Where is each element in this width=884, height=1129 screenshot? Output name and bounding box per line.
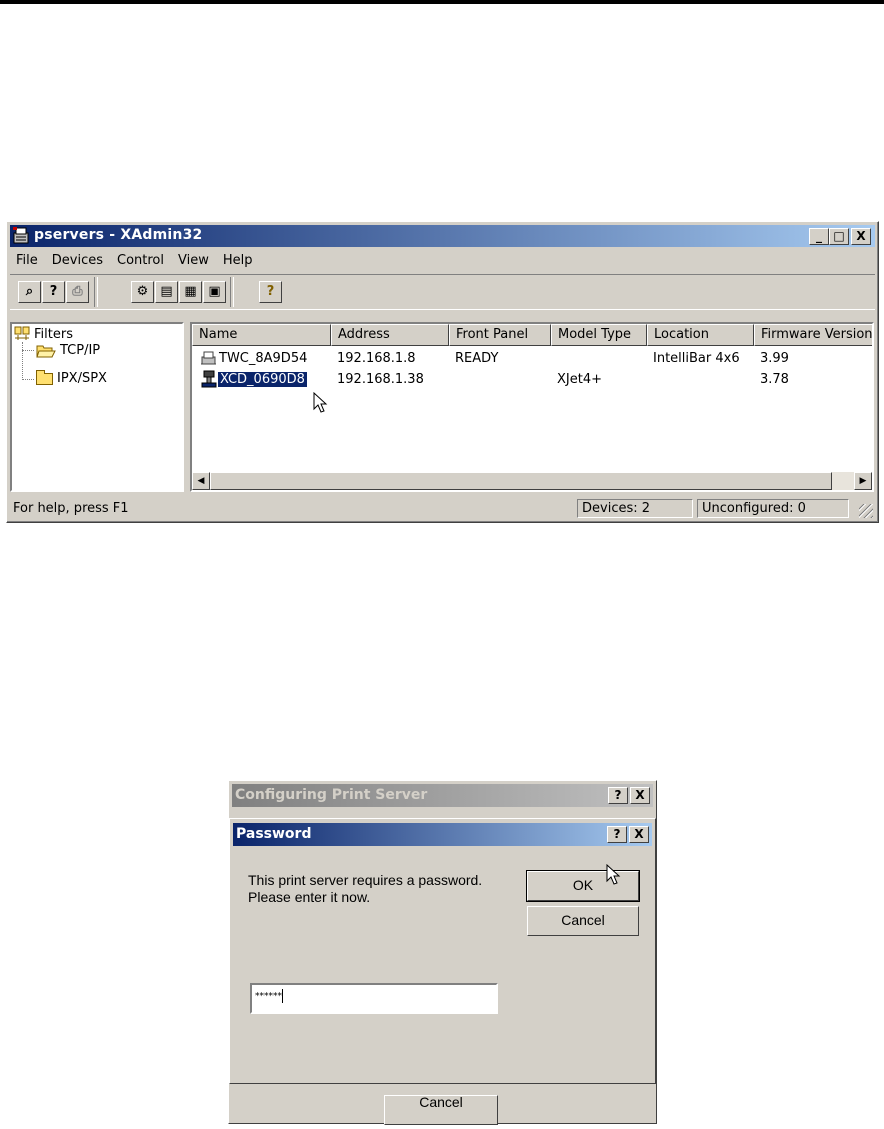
scroll-left-button[interactable]: ◀ <box>192 472 210 490</box>
filter-tree: Filters TCP/IP IPX/SPX <box>10 322 184 492</box>
row-name: TWC_8A9D54 <box>219 350 308 366</box>
toolbar-separator <box>94 277 98 307</box>
back-dialog-title: Configuring Print Server <box>235 787 428 803</box>
toolbar-separator <box>230 277 234 307</box>
row-address: 192.168.1.8 <box>337 350 416 366</box>
menu-bar: File Devices Control View Help <box>10 251 261 271</box>
password-dialog-title: Password <box>236 826 312 842</box>
column-header-model-type[interactable]: Model Type <box>551 324 647 346</box>
tree-item-ipxspx[interactable]: IPX/SPX <box>36 369 107 386</box>
print-test-icon[interactable]: ▦ <box>179 281 202 303</box>
status-help-text: For help, press F1 <box>13 501 129 516</box>
search-device-icon[interactable]: ⌕ <box>18 281 41 303</box>
save-icon[interactable]: ▣ <box>203 281 226 303</box>
horizontal-scrollbar[interactable]: ◀ ▶ <box>192 472 872 490</box>
password-message: This print server requires a password. P… <box>248 872 483 905</box>
password-close-button[interactable]: X <box>629 826 649 843</box>
tree-item-label: IPX/SPX <box>57 371 107 386</box>
tree-root-label: Filters <box>34 326 73 342</box>
menu-file[interactable]: File <box>10 251 46 271</box>
column-header-front-panel[interactable]: Front Panel <box>449 324 551 346</box>
status-unconfigured: Unconfigured: 0 <box>697 499 849 518</box>
printer-icon <box>201 351 216 365</box>
row-firmware: 3.99 <box>760 350 789 366</box>
status-bar: For help, press F1 Devices: 2 Unconfigur… <box>10 498 875 520</box>
scroll-right-button[interactable]: ▶ <box>854 472 872 490</box>
cancel-button[interactable]: Cancel <box>527 906 639 936</box>
password-value: ****** <box>255 991 282 1002</box>
table-row-selected[interactable]: XCD_0690D8 192.168.1.38 XJet4+ 3.78 <box>192 369 872 389</box>
tree-line <box>22 350 34 351</box>
configure-icon[interactable]: ⚙ <box>131 281 154 303</box>
column-header-location[interactable]: Location <box>647 324 754 346</box>
xadmin-main-window: pservers - XAdmin32 _ □ X File Devices C… <box>6 221 879 523</box>
menu-view[interactable]: View <box>172 251 217 271</box>
scroll-thumb[interactable] <box>210 472 832 490</box>
close-button[interactable]: X <box>851 228 871 245</box>
filter-icon <box>14 326 30 340</box>
folder-icon <box>36 369 53 385</box>
tree-line <box>22 342 23 380</box>
page-top-rule <box>0 0 884 4</box>
column-header-name[interactable]: Name <box>192 324 331 346</box>
list-header: Name Address Front Panel Model Type Loca… <box>192 324 872 346</box>
status-devices: Devices: 2 <box>577 499 693 518</box>
tree-item-tcpip[interactable]: TCP/IP <box>36 343 100 358</box>
device-list: Name Address Front Panel Model Type Loca… <box>190 322 874 492</box>
main-window-title: pservers - XAdmin32 <box>34 227 203 243</box>
back-cancel-button[interactable]: Cancel <box>384 1095 498 1125</box>
back-help-button[interactable]: ? <box>608 787 628 804</box>
table-row[interactable]: TWC_8A9D54 192.168.1.8 READY IntelliBar … <box>192 348 872 368</box>
tree-root-filters[interactable]: Filters <box>14 326 73 342</box>
mouse-cursor-icon <box>313 392 328 413</box>
row-address: 192.168.1.38 <box>337 371 424 387</box>
print-server-icon <box>201 370 217 388</box>
column-header-address[interactable]: Address <box>331 324 449 346</box>
column-header-firmware[interactable]: Firmware Version <box>754 324 872 346</box>
tree-line <box>22 379 34 380</box>
main-title-bar[interactable]: pservers - XAdmin32 _ □ X <box>10 225 875 247</box>
open-folder-icon <box>36 345 56 357</box>
password-input[interactable]: ****** <box>250 983 498 1014</box>
row-firmware: 3.78 <box>760 371 789 387</box>
help-icon[interactable]: ? <box>259 281 282 303</box>
tree-item-label: TCP/IP <box>60 343 101 358</box>
password-help-button[interactable]: ? <box>607 826 627 843</box>
mouse-cursor-icon <box>606 864 621 885</box>
unknown-device-icon[interactable]: ? <box>42 281 65 303</box>
status-panel-icon[interactable]: ▤ <box>155 281 178 303</box>
minimize-button[interactable]: _ <box>809 228 829 245</box>
password-dialog: Password ? X This print server requires … <box>229 818 656 1084</box>
ok-button[interactable]: OK <box>526 870 640 902</box>
back-dialog-title-bar[interactable]: Configuring Print Server ? X <box>232 784 653 807</box>
row-front-panel: READY <box>455 350 499 366</box>
row-location: IntelliBar 4x6 <box>653 350 740 366</box>
printer-disabled-icon: ⎙ <box>66 281 89 303</box>
menu-help[interactable]: Help <box>217 251 261 271</box>
app-icon <box>13 227 29 244</box>
maximize-button[interactable]: □ <box>829 228 849 245</box>
menu-devices[interactable]: Devices <box>46 251 111 271</box>
row-model-type: XJet4+ <box>557 371 602 387</box>
text-caret <box>282 989 283 1003</box>
toolbar: ⌕ ? ⎙ ⚙ ▤ ▦ ▣ ? <box>10 274 875 310</box>
menu-control[interactable]: Control <box>111 251 172 271</box>
password-dialog-title-bar[interactable]: Password ? X <box>233 823 652 846</box>
row-name: XCD_0690D8 <box>217 370 308 388</box>
back-close-button[interactable]: X <box>630 787 650 804</box>
resize-grip[interactable] <box>859 504 873 518</box>
